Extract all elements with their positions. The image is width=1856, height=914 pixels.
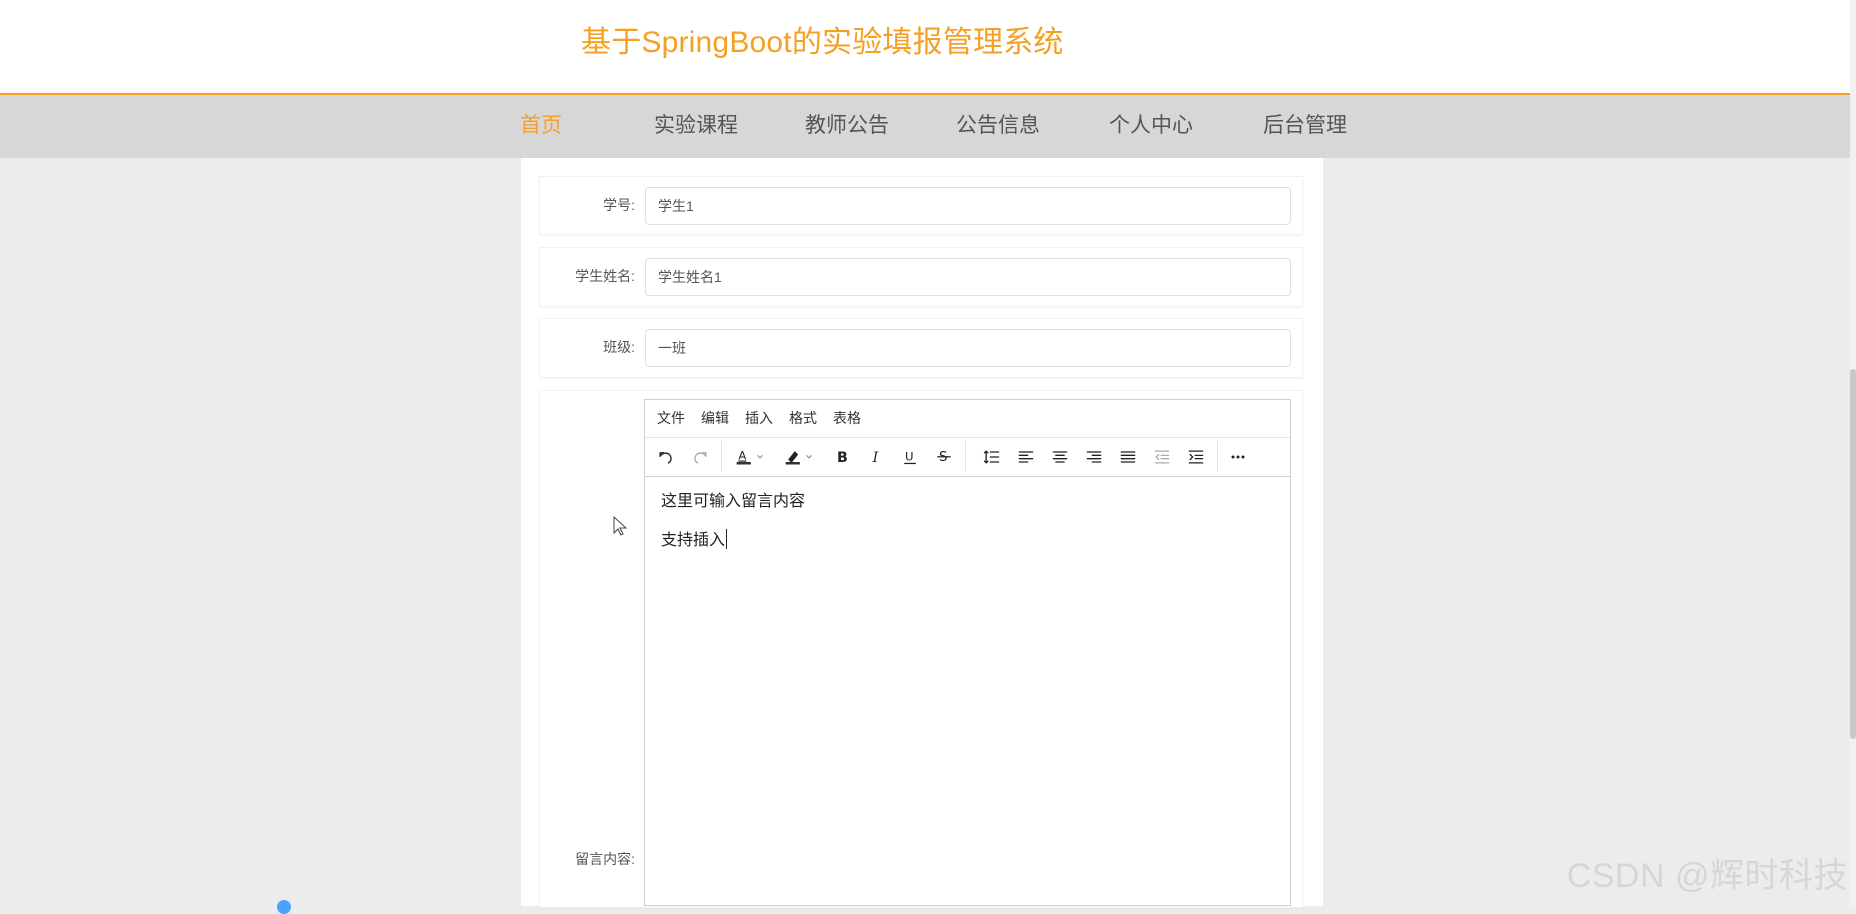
nav-item-experiment-courses[interactable]: 实验课程 (654, 112, 738, 140)
line-height-icon[interactable] (979, 444, 1005, 470)
more-icon[interactable] (1225, 444, 1251, 470)
toolbar-separator (721, 441, 722, 472)
align-right-icon[interactable] (1081, 444, 1107, 470)
svg-text:I: I (872, 450, 879, 466)
align-left-icon[interactable] (1013, 444, 1039, 470)
class-label: 班级: (603, 339, 635, 355)
page-scrollbar-thumb[interactable] (1850, 369, 1856, 739)
student-name-row: 学生姓名: (539, 247, 1303, 307)
svg-text:S: S (939, 450, 947, 465)
svg-text:B: B (837, 450, 848, 466)
menu-file[interactable]: 文件 (657, 409, 685, 427)
bold-icon[interactable]: B (829, 444, 855, 470)
student-id-row: 学号: (539, 176, 1303, 235)
site-title: 基于SpringBoot的实验填报管理系统 (581, 26, 1064, 59)
menu-format[interactable]: 格式 (789, 409, 817, 427)
student-id-label: 学号: (603, 197, 635, 213)
floating-blue-dot (277, 900, 291, 914)
nav-item-home[interactable]: 首页 (520, 112, 562, 140)
strikethrough-icon[interactable]: S (931, 444, 957, 470)
menu-edit[interactable]: 编辑 (701, 409, 729, 427)
toolbar-separator (965, 441, 966, 472)
watermark: CSDN @辉时科技 (1566, 857, 1848, 895)
nav-item-personal-center[interactable]: 个人中心 (1109, 112, 1193, 140)
class-input[interactable] (645, 329, 1291, 367)
nav-item-admin[interactable]: 后台管理 (1263, 112, 1347, 140)
editor-toolbar: A B I U S (645, 437, 1290, 477)
editor-paragraph-current: 支持插入 (661, 529, 1274, 551)
message-label: 留言内容: (575, 851, 635, 867)
svg-text:A: A (738, 449, 746, 463)
redo-icon[interactable] (687, 444, 713, 470)
underline-icon[interactable]: U (897, 444, 923, 470)
nav-item-teacher-announcements[interactable]: 教师公告 (805, 112, 889, 140)
toolbar-separator (1217, 441, 1218, 472)
undo-icon[interactable] (653, 444, 679, 470)
editor-content-area[interactable]: 这里可输入留言内容 支持插入 (645, 477, 1290, 907)
editor-paragraph: 这里可输入留言内容 (661, 493, 806, 510)
student-name-input[interactable] (645, 258, 1291, 296)
student-id-input[interactable] (645, 187, 1291, 225)
student-name-label: 学生姓名: (575, 268, 635, 284)
main-navigation: 首页 实验课程 教师公告 公告信息 个人中心 后台管理 (0, 95, 1850, 158)
text-color-icon[interactable]: A (730, 444, 770, 470)
mouse-pointer-icon (613, 516, 627, 536)
menu-table[interactable]: 表格 (833, 409, 861, 427)
site-header: 基于SpringBoot的实验填报管理系统 (0, 0, 1850, 95)
message-form-panel: 学号: 学生姓名: 班级: 留言内容: 文件 编辑 插入 格式 表格 (521, 158, 1323, 908)
rich-text-editor[interactable]: 文件 编辑 插入 格式 表格 A B I U S 这里可输入留言内容 支持插入 (644, 399, 1291, 906)
menu-insert[interactable]: 插入 (745, 409, 773, 427)
align-center-icon[interactable] (1047, 444, 1073, 470)
indent-icon[interactable] (1183, 444, 1209, 470)
italic-icon[interactable]: I (863, 444, 889, 470)
class-row: 班级: (539, 318, 1303, 378)
nav-item-announcement-info[interactable]: 公告信息 (956, 112, 1040, 140)
align-justify-icon[interactable] (1115, 444, 1141, 470)
highlight-color-icon[interactable] (779, 444, 819, 470)
outdent-icon[interactable] (1149, 444, 1175, 470)
editor-paragraph-text: 支持插入 (661, 532, 726, 549)
editor-menubar: 文件 编辑 插入 格式 表格 (645, 400, 1290, 438)
svg-text:U: U (905, 449, 914, 463)
text-caret (726, 529, 728, 549)
